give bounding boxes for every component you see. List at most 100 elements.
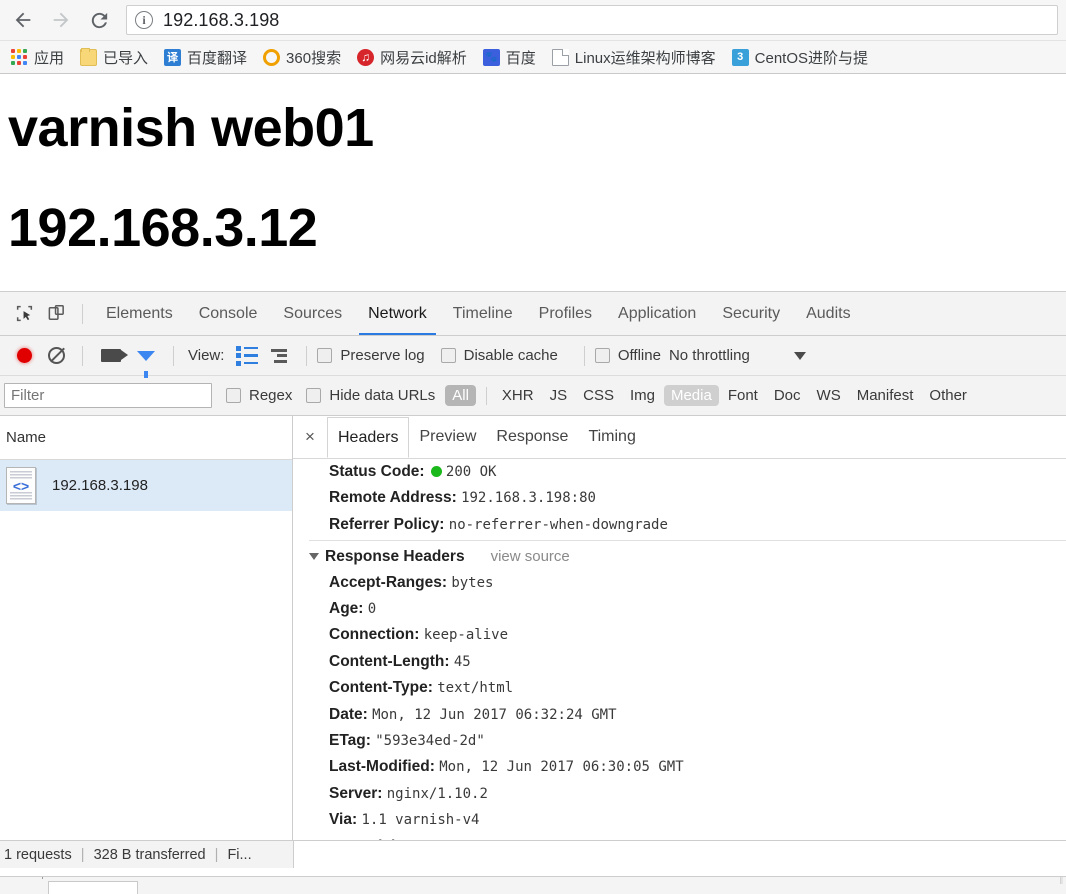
bookmark-apps[interactable]: 应用 — [4, 44, 71, 70]
netease-glyph: ♫ — [361, 50, 371, 64]
header-row-last-modified: Last-Modified: Mon, 12 Jun 2017 06:30:05… — [309, 754, 1066, 780]
address-bar[interactable]: i 192.168.3.198 — [126, 5, 1058, 35]
filter-divider — [485, 386, 487, 405]
devtools-tabbar: Elements Console Sources Network Timelin… — [0, 292, 1066, 336]
bookmark-centos[interactable]: 3 CentOS进阶与提 — [725, 44, 875, 70]
tab-preview[interactable]: Preview — [409, 417, 486, 458]
type-filter-js[interactable]: JS — [543, 385, 575, 406]
disable-cache-checkbox[interactable]: Disable cache — [440, 347, 558, 364]
tab-timeline[interactable]: Timeline — [440, 292, 526, 335]
type-filter-media[interactable]: Media — [663, 385, 719, 406]
forward-button[interactable] — [42, 1, 80, 39]
header-value: bytes — [451, 574, 494, 591]
header-key: Server: — [329, 784, 383, 802]
preserve-log-label: Preserve log — [340, 347, 425, 364]
header-value: "593e34ed-2d" — [375, 733, 485, 750]
bookmark-netease-id[interactable]: ♫ 网易云id解析 — [350, 44, 474, 70]
tab-profiles[interactable]: Profiles — [526, 292, 605, 335]
section-title: Response Headers — [325, 548, 465, 566]
close-icon[interactable]: × — [297, 424, 323, 450]
request-list: <> 192.168.3.198 — [0, 460, 292, 840]
bookmark-label: 百度 — [505, 49, 536, 67]
network-filter-bar: Regex Hide data URLs All XHR JS CSS Img … — [0, 376, 1066, 416]
bookmark-label: Linux运维架构师博客 — [574, 49, 716, 67]
request-list-panel: Name <> 192.168.3.198 — [0, 416, 293, 840]
bookmarks-bar: 应用 已导入 译 百度翻译 360搜索 ♫ 网易云id解析 🐾 百度 Linux… — [0, 40, 1066, 73]
type-filter-font[interactable]: Font — [721, 385, 765, 406]
hide-data-urls-label: Hide data URLs — [329, 387, 436, 404]
throttling-select-label[interactable]: No throttling — [669, 347, 750, 364]
type-filter-manifest[interactable]: Manifest — [850, 385, 921, 406]
header-row-via: Via: 1.1 varnish-v4 — [309, 807, 1066, 833]
request-list-header: Name — [0, 416, 292, 460]
inspect-element-icon[interactable] — [8, 298, 40, 330]
view-source-link[interactable]: view source — [491, 544, 570, 569]
tab-headers[interactable]: Headers — [327, 417, 410, 458]
tab-application[interactable]: Application — [605, 292, 709, 335]
tab-response[interactable]: Response — [486, 417, 578, 458]
device-toolbar-icon[interactable] — [40, 298, 72, 330]
header-value: 1.1 varnish-v4 — [361, 812, 480, 829]
tab-elements[interactable]: Elements — [93, 292, 186, 335]
taskbar-window-button[interactable] — [48, 881, 138, 894]
header-key: X-Varnish: — [329, 838, 406, 840]
type-filter-xhr[interactable]: XHR — [495, 385, 541, 406]
header-row-date: Date: Mon, 12 Jun 2017 06:32:24 GMT — [309, 702, 1066, 728]
column-header-name[interactable]: Name — [6, 429, 46, 446]
toolbar-divider — [82, 303, 83, 324]
header-key: Age: — [329, 600, 364, 618]
tab-network[interactable]: Network — [355, 292, 440, 335]
request-name: 192.168.3.198 — [52, 477, 148, 494]
status-divider: | — [80, 846, 85, 863]
filter-input[interactable] — [4, 383, 212, 408]
table-row[interactable]: <> 192.168.3.198 — [0, 460, 292, 511]
bookmark-imported[interactable]: 已导入 — [73, 44, 155, 70]
tab-security[interactable]: Security — [709, 292, 793, 335]
type-filter-doc[interactable]: Doc — [767, 385, 808, 406]
tab-timing[interactable]: Timing — [578, 417, 645, 458]
header-key: Remote Address: — [329, 489, 457, 507]
back-button[interactable] — [4, 1, 42, 39]
header-value: 0 — [367, 601, 377, 618]
type-filter-other[interactable]: Other — [922, 385, 974, 406]
header-key: Content-Length: — [329, 652, 450, 670]
bookmark-baidu-translate[interactable]: 译 百度翻译 — [157, 44, 254, 70]
clear-button[interactable] — [40, 340, 72, 372]
view-waterfall-icon[interactable] — [262, 340, 296, 372]
tab-audits[interactable]: Audits — [793, 292, 863, 335]
tab-sources[interactable]: Sources — [270, 292, 355, 335]
filter-funnel-icon[interactable] — [129, 340, 163, 378]
header-row-server: Server: nginx/1.10.2 — [309, 781, 1066, 807]
header-row-x-varnish: X-Varnish: 98309 — [309, 834, 1066, 840]
record-button[interactable] — [8, 340, 40, 372]
checkbox-box — [226, 388, 241, 403]
bookmark-linux-blog[interactable]: Linux运维架构师博客 — [545, 44, 723, 70]
header-key: Connection: — [329, 626, 420, 644]
header-value: 98309 — [410, 839, 452, 840]
regex-checkbox[interactable]: Regex — [226, 387, 292, 404]
hide-data-urls-checkbox[interactable]: Hide data URLs — [306, 387, 435, 404]
capture-screenshots-icon[interactable] — [93, 340, 129, 372]
netbar-divider-4 — [583, 345, 585, 366]
detail-tabbar: × Headers Preview Response Timing — [293, 416, 1066, 459]
bookmark-baidu[interactable]: 🐾 百度 — [476, 44, 543, 70]
type-filter-all[interactable]: All — [445, 385, 476, 406]
scrollbar-edge[interactable] — [1060, 877, 1063, 884]
response-headers-section-header[interactable]: Response Headers view source — [309, 540, 1066, 569]
preserve-log-checkbox[interactable]: Preserve log — [317, 347, 425, 364]
transferred-size: 328 B transferred — [93, 846, 206, 863]
offline-checkbox[interactable]: Offline — [594, 347, 661, 364]
tab-console[interactable]: Console — [186, 292, 271, 335]
type-filter-img[interactable]: Img — [623, 385, 662, 406]
site-info-icon[interactable]: i — [135, 11, 153, 29]
header-row-age: Age: 0 — [309, 596, 1066, 622]
bookmark-360-search[interactable]: 360搜索 — [256, 44, 348, 70]
header-key: Content-Type: — [329, 679, 433, 697]
header-row-remote-address: Remote Address: 192.168.3.198:80 — [309, 485, 1066, 511]
type-filter-ws[interactable]: WS — [810, 385, 848, 406]
type-filter-css[interactable]: CSS — [576, 385, 621, 406]
reload-button[interactable] — [80, 1, 118, 39]
view-list-icon[interactable] — [232, 340, 262, 372]
chevron-down-icon[interactable] — [793, 351, 806, 360]
centos-glyph: 3 — [737, 51, 744, 63]
